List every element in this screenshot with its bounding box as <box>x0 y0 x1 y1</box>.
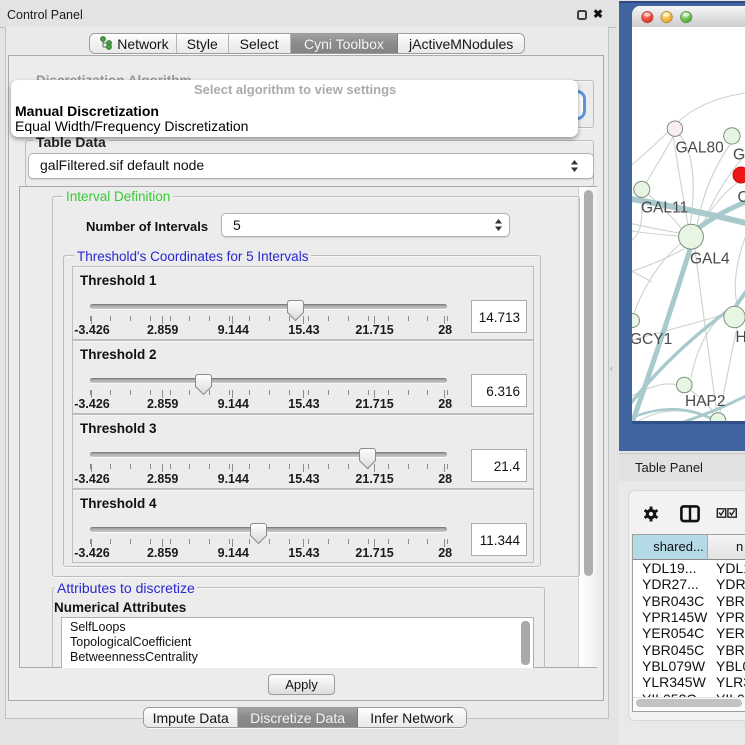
svg-text:GAL11: GAL11 <box>641 200 688 217</box>
svg-text:C: C <box>738 189 745 206</box>
svg-text:H: H <box>736 329 745 346</box>
svg-text:GCY1: GCY1 <box>632 331 672 348</box>
svg-text:HAP2: HAP2 <box>685 393 726 410</box>
svg-text:G.: G. <box>733 147 745 164</box>
svg-text:GAL4: GAL4 <box>690 251 730 268</box>
svg-text:GAL80: GAL80 <box>676 140 725 157</box>
